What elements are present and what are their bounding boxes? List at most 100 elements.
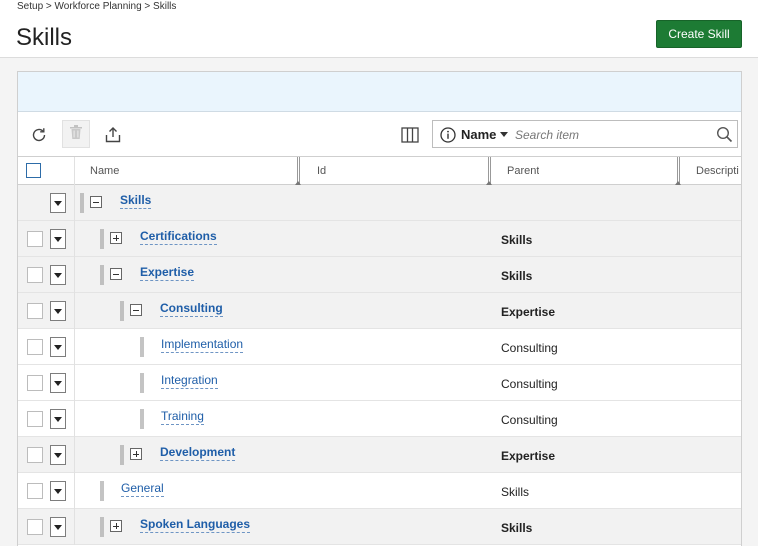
- column-header-description[interactable]: Descripti: [696, 157, 741, 185]
- row-divider: [74, 401, 75, 437]
- row-divider: [74, 221, 75, 257]
- parent-cell: Skills: [501, 521, 533, 535]
- row-menu-button[interactable]: [50, 517, 66, 537]
- drag-handle-icon[interactable]: [100, 265, 104, 285]
- row-checkbox[interactable]: [27, 483, 43, 499]
- search-icon[interactable]: [716, 126, 733, 148]
- delete-button[interactable]: [62, 120, 90, 148]
- grid-toolbar: Name: [18, 112, 741, 156]
- refresh-icon[interactable]: [28, 124, 50, 146]
- skills-panel: Name Name Id Parent Descripti Skills Cert…: [17, 71, 742, 546]
- info-banner: [18, 72, 741, 112]
- collapse-icon[interactable]: [130, 304, 142, 316]
- skill-name-link[interactable]: Training: [161, 409, 204, 425]
- row-divider: [74, 293, 75, 329]
- row-divider: [74, 365, 75, 401]
- export-icon[interactable]: [102, 124, 124, 146]
- table-row[interactable]: Implementation Consulting: [18, 329, 741, 365]
- skill-name-link[interactable]: General: [121, 481, 164, 497]
- row-menu-button[interactable]: [50, 337, 66, 357]
- collapse-icon[interactable]: [90, 196, 102, 208]
- row-checkbox[interactable]: [27, 447, 43, 463]
- drag-handle-icon[interactable]: [100, 229, 104, 249]
- row-divider: [74, 473, 75, 509]
- skill-name-link[interactable]: Integration: [161, 373, 218, 389]
- table-row[interactable]: Training Consulting: [18, 401, 741, 437]
- column-header-id[interactable]: Id: [317, 157, 326, 185]
- parent-cell: Consulting: [501, 413, 558, 427]
- row-menu-button[interactable]: [50, 229, 66, 249]
- parent-cell: Skills: [501, 269, 533, 283]
- drag-handle-icon[interactable]: [80, 193, 84, 213]
- drag-handle-icon[interactable]: [140, 409, 144, 429]
- drag-handle-icon[interactable]: [120, 301, 124, 321]
- skill-name-link[interactable]: Expertise: [140, 265, 195, 281]
- table-row[interactable]: Expertise Skills: [18, 257, 741, 293]
- row-menu-button[interactable]: [50, 445, 66, 465]
- collapse-icon[interactable]: [110, 268, 122, 280]
- parent-cell: Expertise: [501, 449, 556, 463]
- table-row[interactable]: General Skills: [18, 473, 741, 509]
- expand-icon[interactable]: [130, 448, 142, 460]
- row-menu-button[interactable]: [50, 265, 66, 285]
- table-row[interactable]: Integration Consulting: [18, 365, 741, 401]
- row-menu-button[interactable]: [50, 193, 66, 213]
- search-input[interactable]: [515, 125, 705, 144]
- row-divider: [74, 509, 75, 545]
- breadcrumb-item-workforce-planning[interactable]: Workforce Planning: [55, 1, 142, 12]
- drag-handle-icon[interactable]: [100, 517, 104, 537]
- column-header-parent[interactable]: Parent: [507, 157, 539, 185]
- column-resize-handle[interactable]: [486, 157, 492, 185]
- table-row[interactable]: Development Expertise: [18, 437, 741, 473]
- column-resize-handle[interactable]: [295, 157, 301, 185]
- breadcrumb-item-setup[interactable]: Setup: [17, 1, 43, 12]
- drag-handle-icon[interactable]: [100, 481, 104, 501]
- table-row[interactable]: Skills: [18, 185, 741, 221]
- row-checkbox[interactable]: [27, 303, 43, 319]
- skill-name-link[interactable]: Development: [160, 445, 236, 461]
- drag-handle-icon[interactable]: [140, 337, 144, 357]
- row-checkbox[interactable]: [27, 231, 43, 247]
- parent-cell: Expertise: [501, 305, 556, 319]
- expand-icon[interactable]: [110, 232, 122, 244]
- row-menu-button[interactable]: [50, 409, 66, 429]
- column-header-name[interactable]: Name: [90, 157, 119, 185]
- drag-handle-icon[interactable]: [120, 445, 124, 465]
- row-checkbox[interactable]: [27, 375, 43, 391]
- row-divider: [74, 257, 75, 293]
- row-checkbox[interactable]: [27, 267, 43, 283]
- page-header: Setup > Workforce Planning > Skills Skil…: [0, 0, 758, 58]
- column-resize-handle[interactable]: [675, 157, 681, 185]
- row-menu-button[interactable]: [50, 481, 66, 501]
- skill-name-link[interactable]: Consulting: [160, 301, 223, 317]
- chevron-down-icon[interactable]: [500, 132, 508, 137]
- breadcrumb: Setup > Workforce Planning > Skills: [17, 1, 176, 12]
- columns-icon[interactable]: [399, 124, 421, 146]
- table-row[interactable]: Consulting Expertise: [18, 293, 741, 329]
- parent-cell: Consulting: [501, 377, 558, 391]
- skill-name-link[interactable]: Certifications: [140, 229, 217, 245]
- select-all-checkbox[interactable]: [26, 163, 41, 178]
- info-icon[interactable]: [440, 127, 456, 148]
- row-divider: [74, 329, 75, 365]
- table-row[interactable]: Spoken Languages Skills: [18, 509, 741, 545]
- table-row[interactable]: Certifications Skills: [18, 221, 741, 257]
- skill-name-link[interactable]: Skills: [120, 193, 152, 209]
- breadcrumb-separator: >: [45, 1, 52, 12]
- skill-name-link[interactable]: Spoken Languages: [140, 517, 251, 533]
- trash-icon: [69, 124, 83, 145]
- page-title: Skills: [16, 24, 73, 51]
- row-menu-button[interactable]: [50, 373, 66, 393]
- row-menu-button[interactable]: [50, 301, 66, 321]
- row-checkbox[interactable]: [27, 339, 43, 355]
- header-divider: [74, 157, 75, 185]
- search-field-selector[interactable]: Name: [461, 127, 496, 142]
- expand-icon[interactable]: [110, 520, 122, 532]
- row-checkbox[interactable]: [27, 519, 43, 535]
- skill-name-link[interactable]: Implementation: [161, 337, 244, 353]
- drag-handle-icon[interactable]: [140, 373, 144, 393]
- create-skill-button[interactable]: Create Skill: [656, 20, 742, 48]
- row-checkbox[interactable]: [27, 411, 43, 427]
- row-divider: [74, 437, 75, 473]
- search-box: Name: [432, 120, 738, 148]
